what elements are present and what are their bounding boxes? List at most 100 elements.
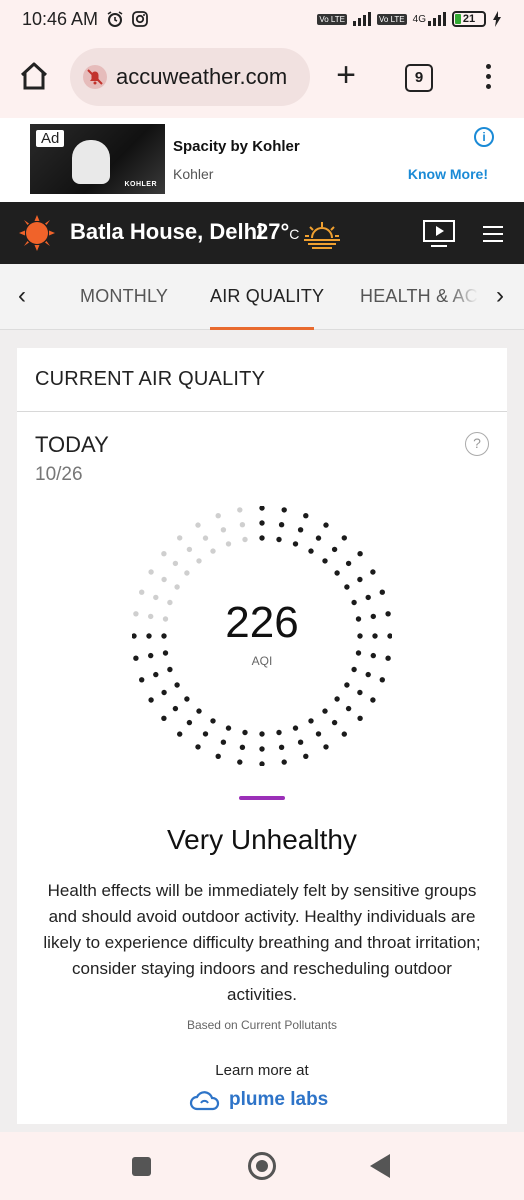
aqi-dial-dot-empty (174, 584, 180, 590)
aqi-dial-dot-filled (281, 507, 287, 513)
aqi-dial-dot-filled (259, 520, 265, 526)
plume-cloud-icon (189, 1091, 220, 1111)
aqi-dial-dot-filled (341, 535, 347, 541)
card-title: CURRENT AIR QUALITY (35, 368, 266, 390)
temperature-unit: C (289, 226, 300, 242)
aqi-dial-dot-filled (370, 697, 376, 703)
aqi-dial-dot-filled (259, 761, 265, 766)
address-bar[interactable]: accuweather.com (70, 48, 310, 106)
aqi-dial-dot-filled (345, 560, 352, 567)
alarm-icon (107, 11, 123, 27)
site-header: Batla House, Delhi 27°C (0, 202, 524, 264)
aqi-dial-dot-filled (276, 536, 282, 543)
aqi-dial-dot-filled (331, 719, 338, 726)
charging-icon (493, 11, 501, 27)
aqi-category: Very Unhealthy (167, 824, 357, 855)
aqi-dial-dot-filled (161, 689, 167, 696)
ad-image[interactable]: Ad KOHLER (30, 124, 165, 194)
aqi-dial-dot-filled (281, 759, 287, 765)
aqi-dial-dot-empty (172, 560, 179, 567)
aqi-dial-dot-filled (303, 753, 309, 759)
aqi-dial-dot-filled (292, 541, 299, 547)
aqi-label: AQI (251, 654, 273, 668)
signal-icon-2 (428, 12, 446, 26)
aqi-dial-dot-filled (315, 731, 322, 737)
aqi-dial-dot-empty (220, 527, 227, 533)
active-tab-indicator (210, 327, 314, 330)
tab-monthly[interactable]: MONTHLY (80, 286, 168, 307)
tabs-next-arrow-icon[interactable]: › (488, 282, 512, 310)
aqi-dial-dot-filled (259, 506, 265, 511)
aqi-dial-dot-filled (259, 746, 265, 752)
air-quality-card: CURRENT AIR QUALITY TODAY 10/26 ? 226 AQ… (17, 348, 507, 1124)
aqi-dial-dot-empty (161, 551, 167, 557)
aqi-dial-dot-filled (225, 725, 232, 731)
aqi-dial-dot-filled (357, 715, 363, 721)
health-description: Health effects will be immediately felt … (43, 881, 481, 1004)
aqi-dial-dot-filled (303, 513, 309, 519)
tab-air-quality[interactable]: AIR QUALITY (210, 286, 324, 307)
aqi-dial-dot-filled (315, 535, 322, 541)
sunrise-weather-icon (304, 222, 340, 249)
aqi-dial-dot-empty (225, 541, 232, 547)
recents-button[interactable] (132, 1157, 151, 1176)
aqi-dial-dot-filled (292, 725, 299, 731)
new-tab-button[interactable]: + (330, 58, 362, 92)
aqi-dial-dot-empty (237, 507, 243, 513)
aqi-dial-dot-empty (202, 535, 209, 541)
back-button[interactable] (370, 1154, 390, 1178)
aqi-dial-dot-filled (148, 697, 154, 703)
aqi-dial-dot-filled (278, 522, 285, 528)
tabs-prev-arrow-icon[interactable]: ‹ (10, 282, 34, 310)
network-type: 4G (412, 13, 426, 25)
aqi-dial-dot-filled (357, 551, 363, 557)
ad-cta-link[interactable]: Know More! (408, 166, 488, 182)
volte-icon: Vo LTE (317, 13, 347, 25)
aqi-dial-dot-filled (357, 689, 363, 696)
ad-badge: Ad (36, 130, 65, 147)
ad-info-icon[interactable]: i (474, 127, 494, 147)
video-icon[interactable] (423, 220, 455, 248)
ad-banner[interactable]: Ad KOHLER Spacity by Kohler Kohler i Kno… (0, 118, 524, 202)
aqi-dial-dot-filled (297, 527, 304, 533)
aqi-dial-dot-filled (365, 671, 371, 678)
aqi-dial-dot-empty (242, 536, 248, 543)
ad-advertiser: Kohler (173, 166, 214, 182)
aqi-dial-dot-empty (186, 546, 193, 553)
aqi-dial-dot-empty (148, 569, 154, 575)
url-text: accuweather.com (116, 64, 288, 89)
aqi-dial-dot-filled (161, 715, 167, 721)
aqi-dial-dot-filled (334, 696, 340, 702)
aqi-dial-dot-filled (184, 696, 190, 702)
category-color-bar (239, 796, 285, 800)
tab-health-activities[interactable]: HEALTH & ACT (360, 286, 478, 307)
plume-labs-text[interactable]: plume labs (229, 1089, 328, 1111)
notifications-off-icon[interactable] (82, 64, 108, 90)
aqi-dial-dot-filled (308, 718, 314, 724)
aqi-dial-dot-filled (276, 729, 282, 736)
aqi-dial-dot-filled (344, 584, 350, 590)
hamburger-menu-icon[interactable] (483, 226, 503, 247)
browser-toolbar: accuweather.com + 9 (0, 38, 524, 118)
aqi-dial-dot-filled (237, 759, 243, 765)
clock: 10:46 AM (22, 8, 99, 29)
system-nav-bar (0, 1132, 524, 1200)
current-temperature: 27°C (256, 219, 299, 245)
aqi-dial-dot-filled (297, 739, 304, 745)
status-bar: 10:46 AM Vo LTE Vo LTE 4G 21 (0, 0, 524, 38)
aqi-dial-dot-filled (331, 546, 338, 553)
home-icon[interactable] (18, 60, 50, 92)
location-name[interactable]: Batla House, Delhi (70, 219, 263, 245)
plume-labs-link[interactable]: plume labs (189, 1086, 328, 1114)
home-button[interactable] (248, 1152, 276, 1180)
browser-menu-button[interactable] (480, 62, 496, 94)
aqi-dial-dot-empty (184, 570, 190, 576)
tab-switcher-button[interactable]: 9 (405, 64, 433, 92)
ad-title[interactable]: Spacity by Kohler (173, 138, 300, 155)
accuweather-logo-icon[interactable] (18, 214, 56, 252)
help-icon[interactable]: ? (465, 432, 489, 456)
aqi-dial-dot-filled (202, 731, 209, 737)
aqi-dial-dot-filled (322, 558, 328, 564)
learn-more-label: Learn more at (215, 1062, 309, 1079)
aqi-dial-dot-filled (345, 705, 352, 712)
